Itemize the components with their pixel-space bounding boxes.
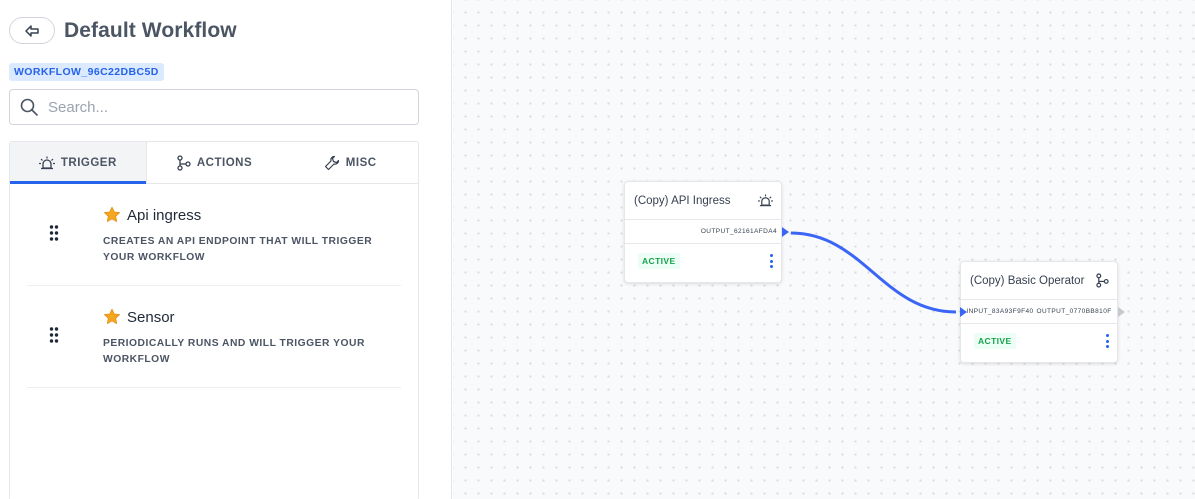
tab-actions-label: ACTIONS [196, 156, 253, 169]
palette-tabs-container: TRIGGER ACTIONS MISC Api ingress CREATES… [9, 141, 419, 499]
search-box[interactable] [9, 89, 419, 125]
back-button[interactable] [9, 17, 55, 44]
workflow-id-badge: WORKFLOW_96C22DBC5D [9, 63, 164, 81]
search-input[interactable] [48, 98, 388, 116]
item-description: CREATES AN API ENDPOINT THAT WILL TRIGGE… [103, 236, 373, 263]
workflow-canvas[interactable]: (Copy) API Ingress OUTPUT_62161AFDA4 ACT… [453, 0, 1195, 499]
star-icon [103, 308, 121, 324]
kebab-menu-icon[interactable] [767, 254, 775, 268]
item-description: PERIODICALLY RUNS AND WILL TRIGGER YOUR … [103, 338, 365, 365]
node-header: (Copy) Basic Operator [961, 262, 1117, 300]
output-port-label: OUTPUT_0770BB810F [1036, 308, 1112, 315]
output-handle[interactable] [782, 226, 789, 237]
status-badge: ACTIVE [638, 253, 680, 269]
drag-handle-icon[interactable] [49, 224, 59, 242]
output-handle[interactable] [1118, 306, 1125, 317]
node-footer: ACTIVE [625, 244, 781, 278]
kebab-menu-icon[interactable] [1103, 334, 1111, 348]
node-header: (Copy) API Ingress [625, 182, 781, 220]
tab-trigger-label: TRIGGER [60, 156, 117, 169]
tab-misc[interactable]: MISC [282, 142, 418, 183]
edge-connection[interactable] [453, 0, 1195, 499]
node-io-row: INPUT_83A93F9F40 OUTPUT_0770BB810F [960, 300, 1125, 324]
alarm-icon [758, 194, 773, 207]
drag-handle-icon[interactable] [49, 326, 59, 344]
tab-trigger[interactable]: TRIGGER [10, 142, 147, 184]
tab-bar: TRIGGER ACTIONS MISC [10, 142, 418, 184]
list-item-api-ingress[interactable]: Api ingress CREATES AN API ENDPOINT THAT… [27, 184, 401, 286]
status-badge: ACTIVE [974, 333, 1016, 349]
node-title: (Copy) Basic Operator [970, 274, 1085, 287]
alarm-icon [38, 156, 55, 169]
arrow-left-icon [25, 24, 39, 37]
item-title: Api ingress [127, 206, 202, 224]
trigger-list: Api ingress CREATES AN API ENDPOINT THAT… [10, 184, 418, 388]
node-io-row: OUTPUT_62161AFDA4 [625, 220, 789, 244]
node-palette-panel: Default Workflow WORKFLOW_96C22DBC5D TRI… [0, 0, 452, 499]
wrench-icon [324, 155, 339, 170]
node-title: (Copy) API Ingress [634, 194, 731, 207]
input-port-label: INPUT_83A93F9F40 [966, 308, 1034, 315]
branch-icon [177, 154, 191, 171]
page-title: Default Workflow [64, 19, 237, 42]
node-footer: ACTIVE [961, 324, 1117, 358]
item-title: Sensor [127, 308, 175, 326]
node-basic-operator[interactable]: (Copy) Basic Operator INPUT_83A93F9F40 O… [960, 261, 1125, 363]
list-item-sensor[interactable]: Sensor PERIODICALLY RUNS AND WILL TRIGGE… [27, 286, 401, 388]
branch-icon [1096, 273, 1109, 288]
output-port-label: OUTPUT_62161AFDA4 [700, 228, 777, 235]
node-api-ingress[interactable]: (Copy) API Ingress OUTPUT_62161AFDA4 ACT… [624, 181, 789, 283]
star-icon [103, 206, 121, 222]
input-handle[interactable] [960, 306, 967, 317]
tab-actions[interactable]: ACTIONS [147, 142, 283, 183]
tab-misc-label: MISC [345, 156, 377, 169]
search-icon [20, 98, 38, 116]
